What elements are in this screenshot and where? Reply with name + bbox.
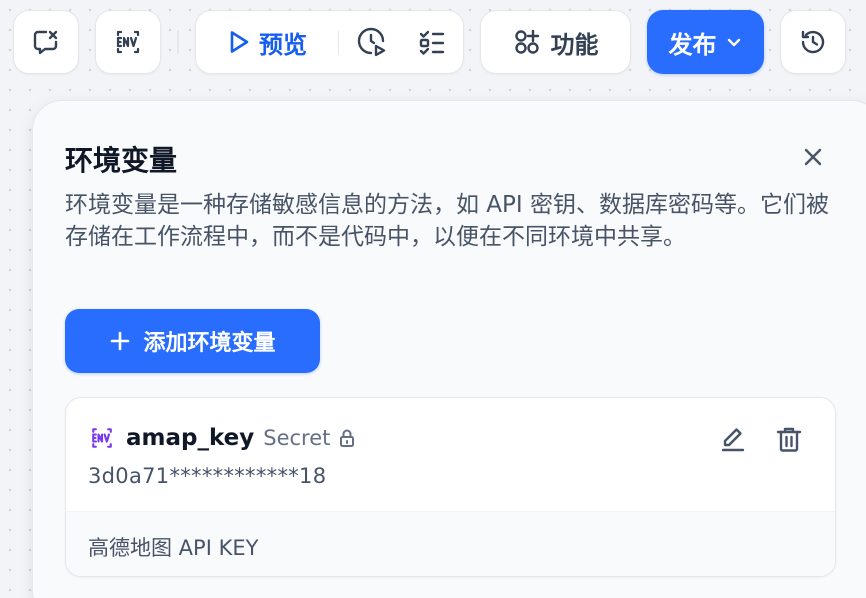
publish-label: 发布 — [668, 30, 717, 59]
preview-button[interactable]: 预览 — [196, 11, 338, 73]
lock-icon — [338, 428, 356, 448]
env-variable-footer: 高德地图 API KEY — [66, 511, 835, 576]
toolbar: 预览 功能 发布 — [0, 0, 866, 90]
checklist-list-button[interactable] — [402, 11, 462, 73]
env-button[interactable] — [95, 10, 161, 74]
publish-button[interactable]: 发布 — [647, 10, 764, 74]
delete-button[interactable] — [774, 424, 804, 454]
card-actions — [718, 424, 804, 454]
run-history-button[interactable] — [343, 11, 401, 73]
env-variable-type: Secret — [263, 426, 331, 450]
env-variable-description: 高德地图 API KEY — [88, 536, 259, 560]
toolbar-separator — [177, 30, 179, 54]
env-icon — [116, 30, 140, 54]
edit-icon — [721, 428, 745, 452]
history-icon — [801, 30, 825, 54]
trash-icon — [776, 427, 802, 452]
panel-description: 环境变量是一种存储敏感信息的方法，如 API 密钥、数据库密码等。它们被存储在工… — [65, 192, 830, 250]
env-variable-header: amap_key Secret — [88, 424, 356, 452]
preview-label: 预览 — [259, 30, 307, 59]
panel-title: 环境变量 — [65, 144, 178, 177]
env-icon — [92, 428, 112, 448]
chevron-down-icon — [727, 38, 740, 47]
env-variable-value: 3d0a71************18 — [88, 464, 327, 488]
add-env-variable-button[interactable]: 添加环境变量 — [65, 309, 320, 373]
play-icon — [230, 31, 249, 53]
checklist-icon — [419, 30, 445, 55]
checklist-button[interactable] — [13, 10, 79, 74]
add-button-label: 添加环境变量 — [143, 331, 276, 356]
features-button[interactable]: 功能 — [480, 10, 631, 74]
plus-icon — [111, 331, 130, 351]
env-variables-panel: 环境变量 环境变量是一种存储敏感信息的方法，如 API 密钥、数据库密码等。它们… — [32, 100, 866, 598]
edit-button[interactable] — [718, 424, 748, 454]
env-variable-card: amap_key Secret 3d0a71************18 高德地… — [65, 397, 836, 577]
chat-check-icon — [33, 30, 58, 55]
clock-play-icon — [357, 27, 386, 57]
history-button[interactable] — [780, 10, 846, 74]
group-divider — [338, 31, 339, 55]
preview-group: 预览 — [195, 10, 464, 74]
env-variable-name: amap_key — [126, 425, 255, 451]
apps-icon — [514, 29, 539, 54]
close-button[interactable] — [799, 143, 827, 171]
close-icon — [804, 148, 822, 166]
features-label: 功能 — [550, 30, 599, 59]
